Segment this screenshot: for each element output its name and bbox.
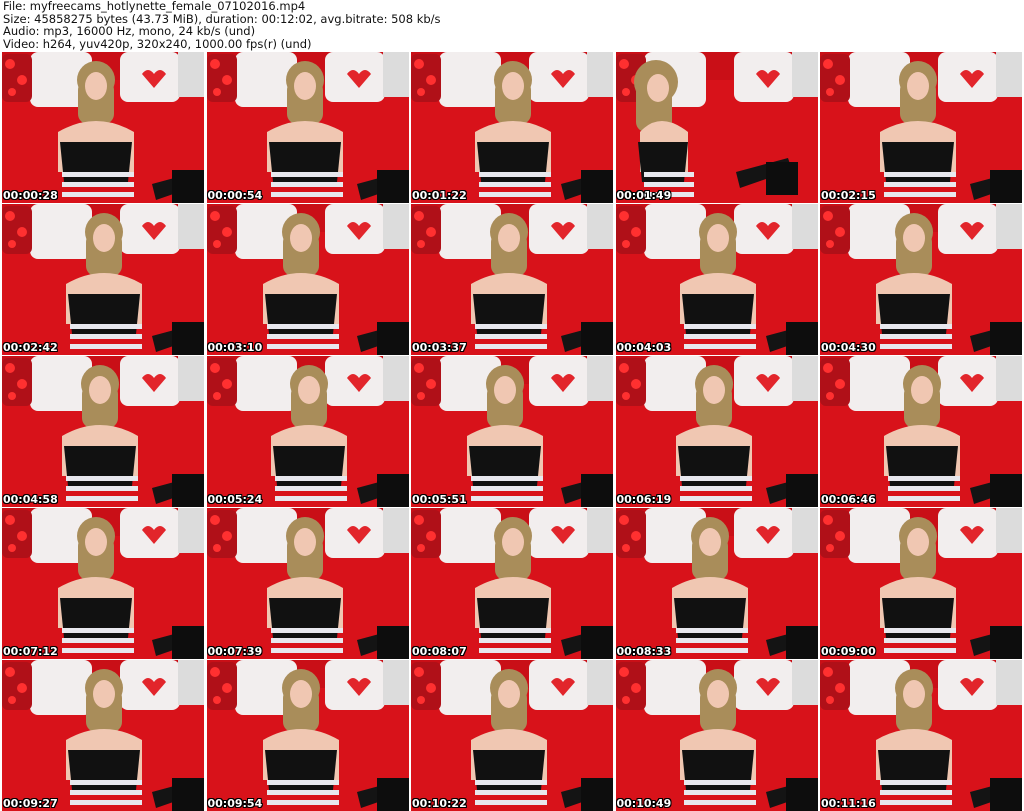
thumbnail-timestamp: 00:02:42 (3, 341, 58, 354)
thumbnail-grid: 00:00:28 00:00:54 00:01:22 00:01:49 00:0… (2, 52, 1022, 811)
file-name-line: File: myfreecams_hotlynette_female_07102… (3, 0, 306, 13)
file-info-header: File: myfreecams_hotlynette_female_07102… (3, 0, 1021, 50)
video-frame (2, 356, 204, 507)
video-frame (820, 52, 1022, 203)
video-thumbnail: 00:02:15 (820, 52, 1022, 203)
video-frame (2, 508, 204, 659)
video-thumbnail: 00:06:19 (615, 356, 818, 507)
thumbnail-timestamp: 00:04:03 (616, 341, 672, 354)
video-info-line: Video: h264, yuv420p, 320x240, 1000.00 f… (3, 36, 312, 51)
video-thumbnail: 00:09:00 (820, 508, 1022, 659)
video-frame (206, 660, 409, 811)
video-thumbnail: 00:08:33 (615, 508, 818, 659)
thumbnail-timestamp: 00:09:00 (821, 645, 876, 658)
thumbnail-timestamp: 00:09:54 (207, 797, 263, 810)
thumbnail-timestamp: 00:03:10 (207, 341, 263, 354)
video-thumbnail: 00:03:10 (206, 204, 409, 355)
thumbnail-timestamp: 00:10:22 (412, 797, 467, 810)
thumbnail-timestamp: 00:06:19 (616, 493, 672, 506)
video-thumbnail: 00:05:24 (206, 356, 409, 507)
thumbnail-timestamp: 00:08:33 (616, 645, 672, 658)
thumbnail-timestamp: 00:08:07 (412, 645, 467, 658)
video-frame (615, 356, 818, 507)
video-thumbnail: 00:02:42 (2, 204, 204, 355)
thumbnail-timestamp: 00:00:28 (3, 189, 58, 202)
video-frame (615, 660, 818, 811)
video-frame (615, 52, 818, 203)
thumbnail-timestamp: 00:05:51 (412, 493, 467, 506)
video-frame (2, 204, 204, 355)
thumbnail-timestamp: 00:04:30 (821, 341, 876, 354)
video-frame (206, 52, 409, 203)
video-thumbnail: 00:00:54 (206, 52, 409, 203)
thumbnail-timestamp: 00:07:39 (207, 645, 263, 658)
video-frame (820, 204, 1022, 355)
thumbnail-timestamp: 00:07:12 (3, 645, 58, 658)
video-thumbnail: 00:04:30 (820, 204, 1022, 355)
video-frame (411, 356, 613, 507)
video-thumbnail: 00:01:22 (411, 52, 613, 203)
video-frame (206, 508, 409, 659)
video-thumbnail: 00:06:46 (820, 356, 1022, 507)
video-thumbnail: 00:09:27 (2, 660, 204, 811)
video-thumbnail: 00:07:12 (2, 508, 204, 659)
video-thumbnail: 00:03:37 (411, 204, 613, 355)
video-thumbnail: 00:05:51 (411, 356, 613, 507)
video-thumbnail: 00:01:49 (615, 52, 818, 203)
video-frame (411, 660, 613, 811)
video-frame (615, 508, 818, 659)
video-frame (411, 204, 613, 355)
video-thumbnail: 00:04:03 (615, 204, 818, 355)
video-frame (820, 660, 1022, 811)
video-thumbnail: 00:07:39 (206, 508, 409, 659)
thumbnail-timestamp: 00:09:27 (3, 797, 58, 810)
video-thumbnail: 00:11:16 (820, 660, 1022, 811)
video-frame (2, 52, 204, 203)
video-thumbnail: 00:09:54 (206, 660, 409, 811)
video-thumbnail: 00:08:07 (411, 508, 613, 659)
video-thumbnail: 00:00:28 (2, 52, 204, 203)
video-thumbnail: 00:04:58 (2, 356, 204, 507)
video-frame (820, 356, 1022, 507)
video-frame (820, 508, 1022, 659)
thumbnail-timestamp: 00:03:37 (412, 341, 467, 354)
thumbnail-timestamp: 00:05:24 (207, 493, 263, 506)
video-frame (206, 204, 409, 355)
thumbnail-timestamp: 00:06:46 (821, 493, 876, 506)
thumbnail-timestamp: 00:11:16 (821, 797, 876, 810)
video-frame (411, 508, 613, 659)
thumbnail-timestamp: 00:01:22 (412, 189, 467, 202)
video-frame (2, 660, 204, 811)
thumbnail-timestamp: 00:02:15 (821, 189, 876, 202)
audio-info-line: Audio: mp3, 16000 Hz, mono, 24 kb/s (und… (3, 24, 256, 38)
video-thumbnail: 00:10:49 (615, 660, 818, 811)
video-frame (206, 356, 409, 507)
video-frame (615, 204, 818, 355)
video-frame (411, 52, 613, 203)
video-thumbnail: 00:10:22 (411, 660, 613, 811)
thumbnail-timestamp: 00:01:49 (616, 189, 672, 202)
thumbnail-timestamp: 00:00:54 (207, 189, 263, 202)
thumbnail-timestamp: 00:10:49 (616, 797, 672, 810)
thumbnail-timestamp: 00:04:58 (3, 493, 58, 506)
